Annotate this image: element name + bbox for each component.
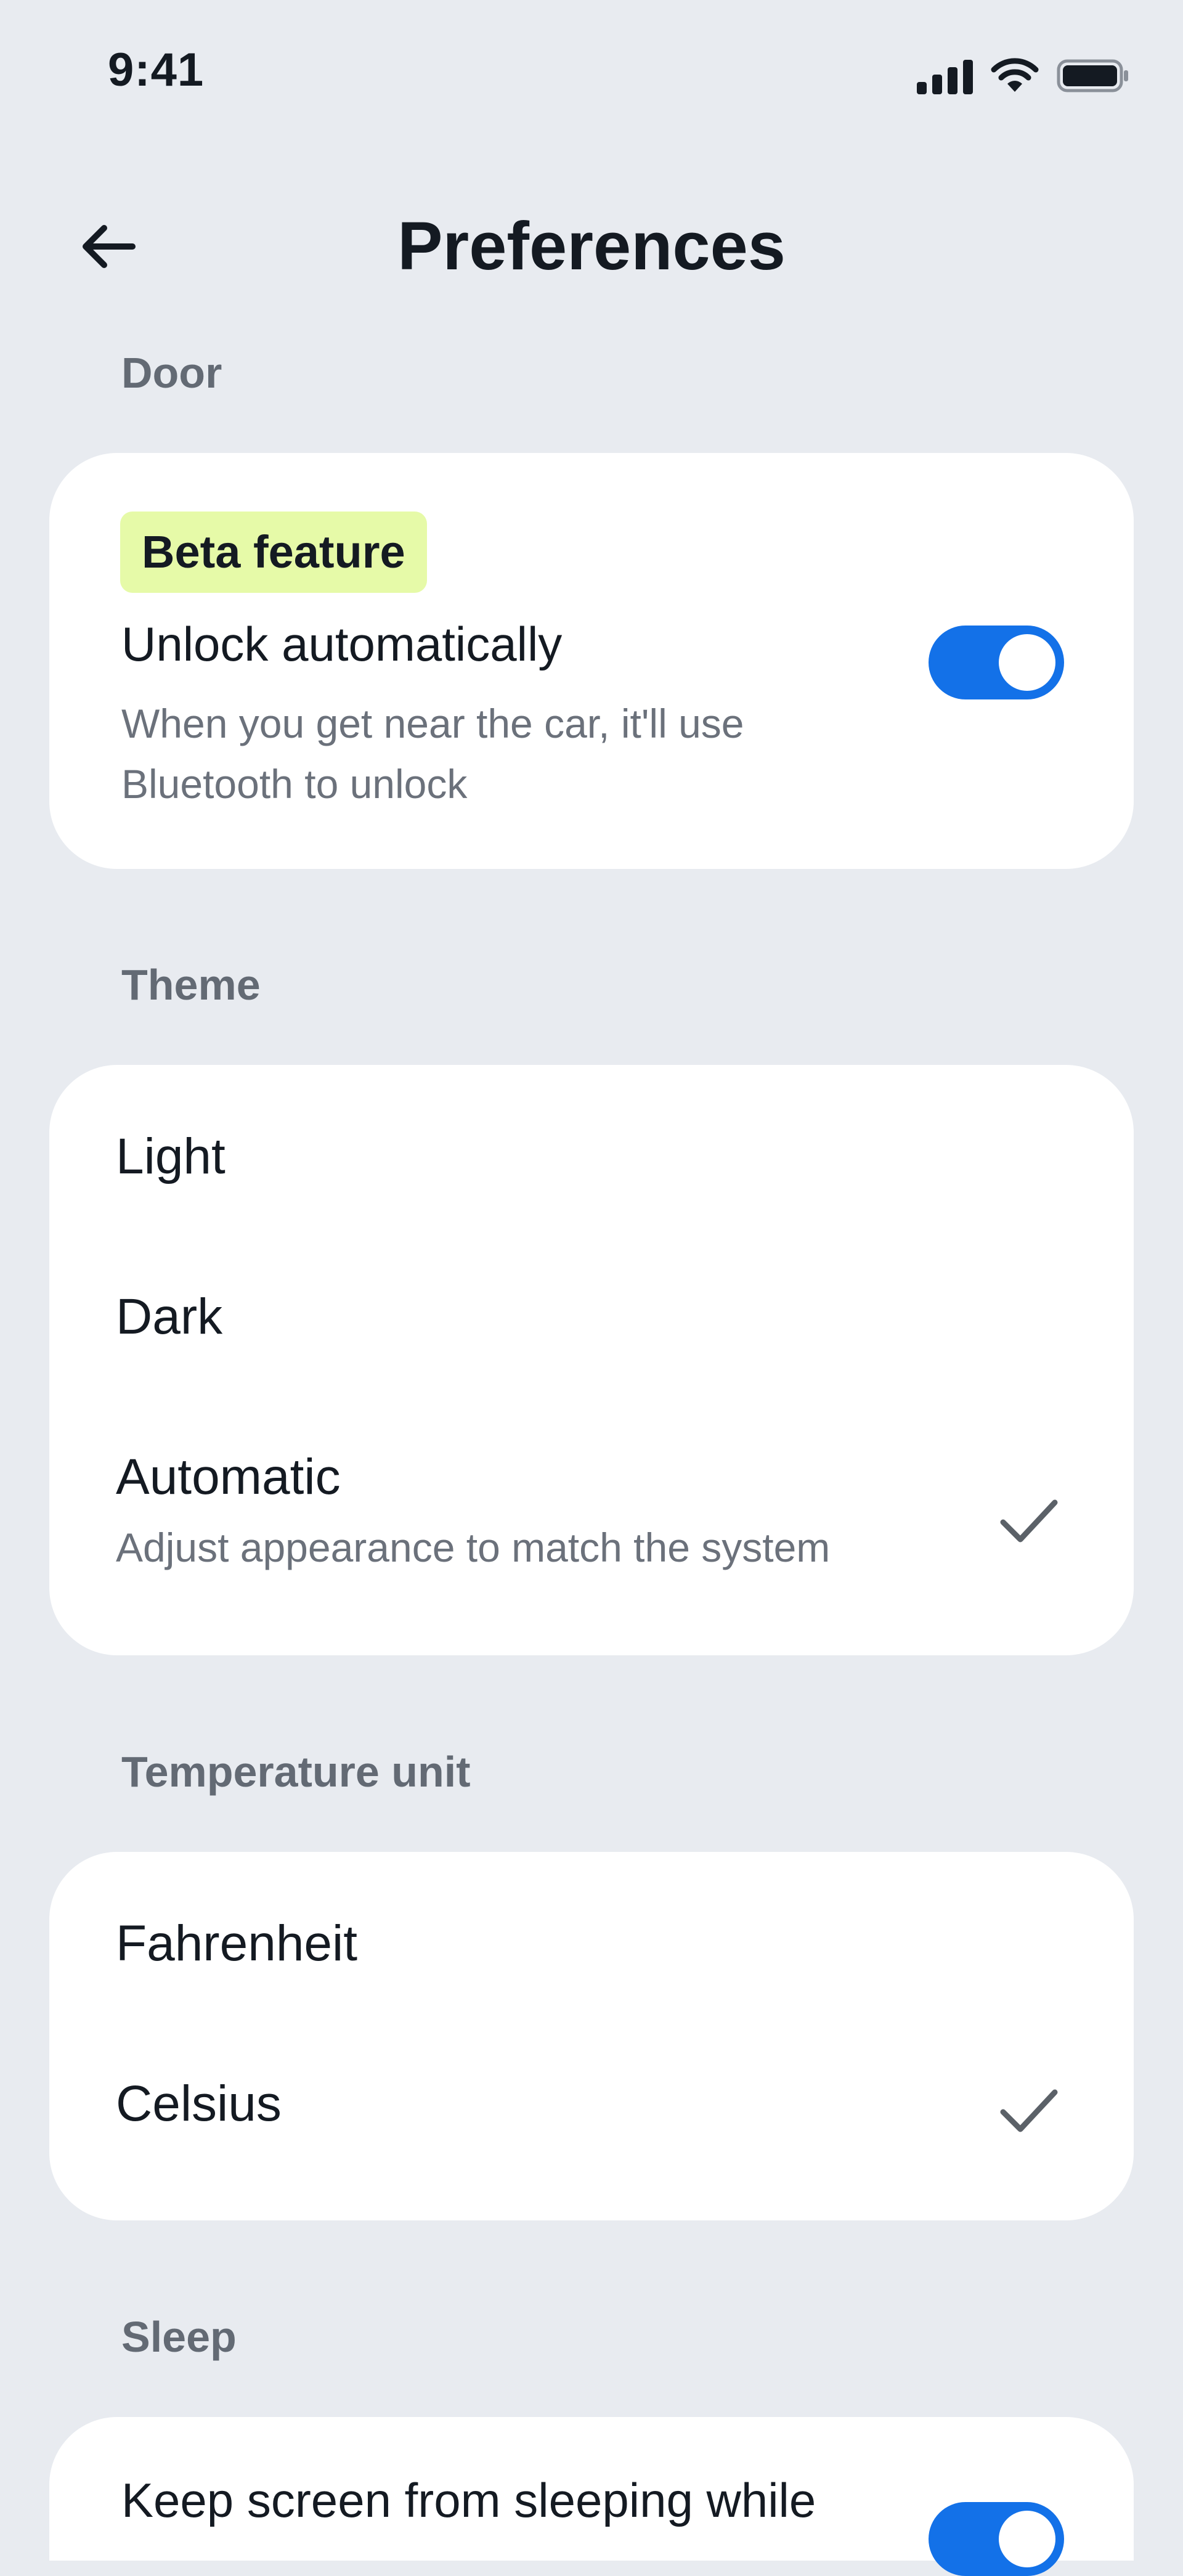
unlock-automatically-desc-line1: When you get near the car, it'll use <box>121 701 744 746</box>
section-label-door: Door <box>121 349 222 397</box>
page-title: Preferences <box>397 208 786 284</box>
beta-badge: Beta feature <box>120 512 427 593</box>
option-sublabel: Adjust appearance to match the system <box>116 1525 831 1570</box>
option-label: Light <box>116 1128 226 1184</box>
option-label: Celsius <box>116 2076 282 2132</box>
toggle-knob <box>999 634 1055 691</box>
check-icon <box>1000 1499 1058 1543</box>
keep-screen-awake-toggle[interactable] <box>929 2502 1064 2576</box>
door-card: Beta feature Unlock automatically When y… <box>49 453 1134 869</box>
theme-card: Light Dark Automatic Adjust appearance t… <box>49 1065 1134 1655</box>
temperature-card: Fahrenheit Celsius <box>49 1852 1134 2220</box>
section-label-theme: Theme <box>121 961 261 1009</box>
option-label: Dark <box>116 1289 223 1345</box>
theme-option-automatic[interactable]: Automatic Adjust appearance to match the… <box>49 1422 1134 1607</box>
battery-icon <box>1057 57 1131 94</box>
unlock-automatically-desc-line2: Bluetooth to unlock <box>121 761 468 807</box>
signal-icon <box>917 57 973 94</box>
keep-screen-awake-label: Keep screen from sleeping while <box>121 2473 816 2527</box>
status-bar: 9:41 <box>0 0 1183 148</box>
section-label-temperature: Temperature unit <box>121 1748 471 1796</box>
temperature-option-fahrenheit[interactable]: Fahrenheit <box>49 1889 1134 2012</box>
option-label: Automatic <box>116 1449 341 1505</box>
theme-option-dark[interactable]: Dark <box>49 1262 1134 1385</box>
header: Preferences <box>0 185 1183 308</box>
status-icons <box>917 54 1131 97</box>
check-icon <box>1000 2089 1058 2132</box>
unlock-automatically-toggle[interactable] <box>929 626 1064 699</box>
status-time: 9:41 <box>108 44 205 96</box>
wifi-icon <box>990 57 1039 94</box>
theme-option-light[interactable]: Light <box>49 1102 1134 1225</box>
temperature-option-celsius[interactable]: Celsius <box>49 2049 1134 2172</box>
option-label: Fahrenheit <box>116 1915 358 1971</box>
section-label-sleep: Sleep <box>121 2313 237 2361</box>
unlock-automatically-label: Unlock automatically <box>121 617 563 671</box>
toggle-knob <box>999 2511 1055 2567</box>
sleep-card: Keep screen from sleeping while <box>49 2417 1134 2576</box>
